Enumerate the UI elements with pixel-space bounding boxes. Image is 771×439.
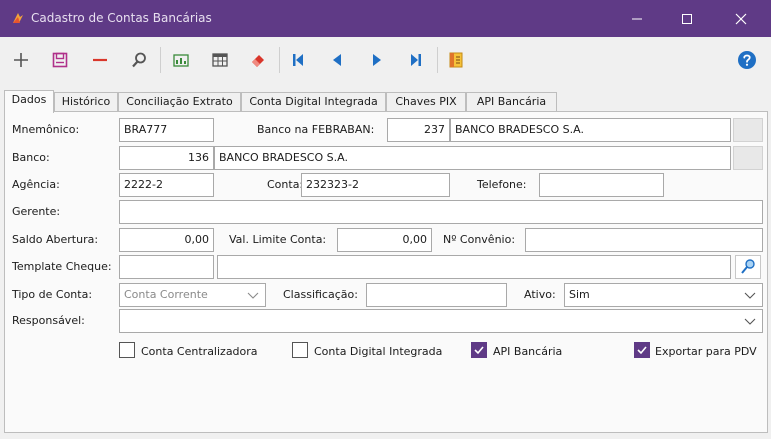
responsavel-label: Responsável: [12,314,85,327]
close-button[interactable] [716,0,766,37]
help-icon [738,51,756,69]
minimize-button[interactable] [612,0,662,37]
template-cheque-browse-button[interactable] [735,255,761,279]
tab-strip: Dados Histórico Conciliação Extrato Cont… [4,90,767,113]
last-record-icon [411,54,421,66]
conta-field[interactable]: 232323-2 [301,173,450,197]
val-limite-conta-field[interactable]: 0,00 [337,228,432,252]
save-icon [52,52,68,68]
banco-febraban-label: Banco na FEBRABAN: [257,123,375,136]
conta-label: Conta: [267,178,304,191]
tab-dados[interactable]: Dados [4,90,54,113]
delete-icon [93,58,107,62]
next-record-icon [373,54,381,66]
save-button[interactable] [45,45,75,75]
grid-icon [212,53,228,67]
saldo-abertura-field[interactable]: 0,00 [119,228,214,252]
toolbar [0,37,771,85]
first-record-button[interactable] [283,45,313,75]
saldo-abertura-label: Saldo Abertura: [12,233,99,246]
help-button[interactable] [732,45,762,75]
conta-centralizadora-label: Conta Centralizadora [141,345,258,358]
val-limite-conta-label: Val. Limite Conta: [229,233,327,246]
ativo-label: Ativo: [524,288,556,301]
toolbar-separator [437,47,438,73]
telefone-field[interactable] [539,173,664,197]
responsavel-select[interactable] [119,309,763,333]
conta-digital-integrada-checkbox[interactable] [292,342,308,358]
conta-digital-integrada-label: Conta Digital Integrada [314,345,443,358]
gerente-label: Gerente: [12,205,61,218]
title-bar: Cadastro de Contas Bancárias [0,0,771,37]
maximize-button[interactable] [662,0,712,37]
maximize-icon [682,13,692,24]
grid-button[interactable] [205,45,235,75]
toolbar-separator [279,47,280,73]
template-cheque-label: Template Cheque: [12,260,112,273]
tab-chaves-pix[interactable]: Chaves PIX [386,92,466,112]
chevron-down-icon [744,292,756,299]
tipo-conta-select[interactable]: Conta Corrente [119,283,266,307]
chevron-down-icon [744,318,756,325]
nro-convenio-field[interactable] [525,228,763,252]
notes-icon [449,52,463,68]
window-title: Cadastro de Contas Bancárias [31,11,212,25]
report-icon [173,54,189,67]
banco-code-field[interactable]: 136 [119,146,214,170]
banco-febraban-lookup-button[interactable] [733,118,763,142]
mnemonico-field[interactable]: BRA777 [119,118,214,142]
classificacao-label: Classificação: [283,288,358,301]
banco-febraban-code-field[interactable]: 237 [387,118,450,142]
banco-name-field[interactable]: BANCO BRADESCO S.A. [214,146,731,170]
api-bancaria-checkbox[interactable] [471,342,487,358]
tipo-conta-value: Conta Corrente [124,288,208,301]
add-icon [14,53,28,67]
checkmark-icon [474,346,484,355]
api-bancaria-label: API Bancária [493,345,563,358]
exportar-pdv-checkbox[interactable] [634,342,650,358]
gerente-field[interactable] [119,200,763,224]
agencia-field[interactable]: 2222-2 [119,173,214,197]
add-button[interactable] [6,45,36,75]
previous-record-button[interactable] [322,45,352,75]
delete-button[interactable] [85,45,115,75]
first-record-icon [293,54,303,66]
template-cheque-name-field[interactable] [217,255,731,279]
checkmark-icon [637,346,647,355]
ativo-select[interactable]: Sim [564,283,763,307]
ativo-value: Sim [569,288,590,301]
banco-label: Banco: [12,151,50,164]
conta-centralizadora-checkbox[interactable] [119,342,135,358]
tipo-conta-label: Tipo de Conta: [12,288,93,301]
notes-button[interactable] [441,45,471,75]
minimize-icon [632,18,642,19]
last-record-button[interactable] [401,45,431,75]
next-record-button[interactable] [362,45,392,75]
tab-conciliacao-extrato[interactable]: Conciliação Extrato [118,92,241,112]
browse-icon [741,259,755,274]
tab-conta-digital-integrada[interactable]: Conta Digital Integrada [241,92,386,112]
mnemonico-label: Mnemônico: [12,123,80,136]
previous-record-icon [333,54,341,66]
report-button[interactable] [166,45,196,75]
agencia-label: Agência: [12,178,60,191]
app-logo-icon [13,13,23,23]
eraser-icon [252,55,264,67]
search-icon [132,52,146,68]
close-icon [735,13,747,24]
banco-lookup-button[interactable] [733,146,763,170]
toolbar-separator [160,47,161,73]
tab-api-bancaria[interactable]: API Bancária [466,92,557,112]
eraser-button[interactable] [243,45,273,75]
nro-convenio-label: Nº Convênio: [443,233,516,246]
banco-febraban-name-field[interactable]: BANCO BRADESCO S.A. [450,118,731,142]
classificacao-field[interactable] [366,283,507,307]
tab-historico[interactable]: Histórico [54,92,118,112]
exportar-pdv-label: Exportar para PDV [655,345,757,358]
template-cheque-code-field[interactable] [119,255,214,279]
search-button[interactable] [124,45,154,75]
chevron-down-icon [247,292,259,299]
telefone-label: Telefone: [477,178,527,191]
